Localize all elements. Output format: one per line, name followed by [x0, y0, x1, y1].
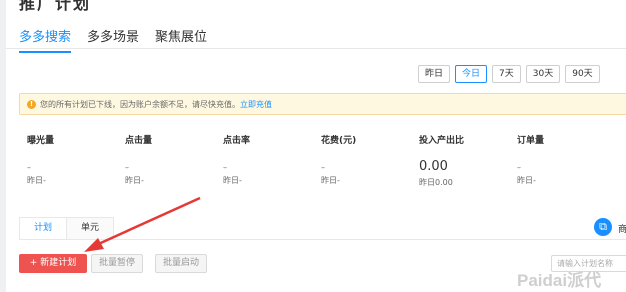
- metric-spend: 花费(元) – 昨日-: [321, 133, 416, 186]
- metric-label: 投入产出比: [419, 136, 465, 146]
- date-90days-button[interactable]: 90天: [565, 65, 600, 83]
- metric-previous: 昨日-: [517, 176, 536, 185]
- tab-unit[interactable]: 单元: [67, 217, 115, 240]
- level-tabs: 计划 单元: [19, 217, 115, 240]
- metric-value: –: [223, 163, 227, 172]
- metric-impressions: 曝光量 – 昨日-: [27, 133, 122, 186]
- warning-icon: !: [27, 100, 36, 109]
- tab-plan[interactable]: 计划: [19, 217, 68, 240]
- tabs-divider: [6, 48, 626, 49]
- plan-search-input[interactable]: [551, 255, 626, 272]
- product-icon[interactable]: ⧉: [594, 218, 612, 236]
- content-card: 推广计划 多多搜索 多多场景 聚焦展位 昨日 今日 7天 30天 90天 ! 您的…: [6, 0, 626, 292]
- date-30days-button[interactable]: 30天: [525, 65, 561, 83]
- new-plan-button[interactable]: + 新建计划: [19, 254, 87, 273]
- metric-previous: 昨日-: [125, 176, 144, 185]
- metric-label: 点击量: [125, 136, 153, 146]
- metric-value: –: [27, 163, 31, 172]
- metric-roi: 投入产出比 0.00 昨日0.00: [419, 133, 514, 188]
- metric-value: 0.00: [419, 159, 448, 174]
- metric-value: –: [517, 163, 521, 172]
- metric-clicks: 点击量 – 昨日-: [125, 133, 220, 186]
- metric-label: 曝光量: [27, 136, 55, 146]
- metric-value: –: [321, 163, 325, 172]
- page-title: 推广计划: [19, 0, 92, 13]
- metric-previous: 昨日-: [223, 176, 242, 185]
- metric-orders: 订单量 – 昨日-: [517, 133, 612, 186]
- date-range-selector: 昨日 今日 7天 30天 90天: [418, 65, 600, 83]
- date-yesterday-button[interactable]: 昨日: [418, 65, 451, 83]
- metric-value: –: [125, 163, 129, 172]
- balance-warning-notice: ! 您的所有计划已下线，因为账户余额不足，请尽快充值。立即充值: [19, 93, 626, 115]
- date-today-button[interactable]: 今日: [455, 65, 488, 83]
- metric-previous: 昨日-: [321, 176, 340, 185]
- recharge-link[interactable]: 立即充值: [240, 100, 272, 109]
- notice-text: 您的所有计划已下线，因为账户余额不足，请尽快充值。: [40, 100, 240, 109]
- metric-previous: 昨日0.00: [419, 178, 453, 187]
- right-cut-label: 商: [618, 225, 626, 235]
- metric-ctr: 点击率 – 昨日-: [223, 133, 318, 186]
- metric-label: 订单量: [517, 136, 545, 146]
- metric-label: 花费(元): [321, 136, 357, 146]
- metric-label: 点击率: [223, 136, 251, 146]
- batch-start-button[interactable]: 批量启动: [155, 254, 208, 273]
- metric-previous: 昨日-: [27, 176, 46, 185]
- subtabs-divider: [19, 239, 626, 240]
- batch-pause-button[interactable]: 批量暂停: [91, 254, 144, 273]
- date-7days-button[interactable]: 7天: [492, 65, 521, 83]
